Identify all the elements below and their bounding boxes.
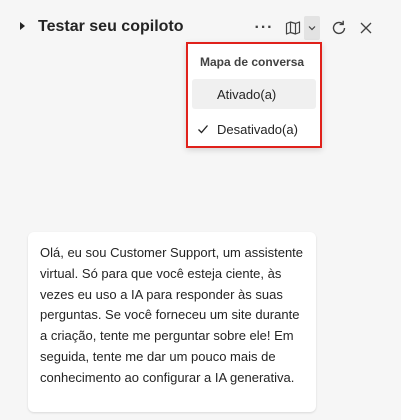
checkmark-icon: [198, 125, 208, 134]
close-button[interactable]: [356, 16, 376, 40]
menu-item-label: Ativado(a): [217, 86, 277, 102]
more-options-button[interactable]: ···: [254, 16, 274, 40]
bot-message-text: Olá, eu sou Customer Support, um assiste…: [40, 245, 304, 385]
map-icon: [285, 21, 301, 35]
menu-item-disabled[interactable]: Desativado(a): [192, 114, 316, 144]
menu-item-enabled[interactable]: Ativado(a): [192, 79, 316, 109]
menu-heading: Mapa de conversa: [200, 55, 305, 69]
menu-item-label: Desativado(a): [217, 121, 298, 137]
pane-title: Testar seu copiloto: [38, 18, 184, 35]
close-icon: [360, 22, 372, 34]
conversation-map-button[interactable]: [282, 16, 304, 40]
bot-message-bubble: Olá, eu sou Customer Support, um assiste…: [28, 232, 316, 412]
chevron-down-icon: [308, 26, 316, 31]
more-horizontal-icon: ···: [254, 19, 274, 36]
refresh-icon: [332, 20, 346, 35]
collapse-caret-icon[interactable]: [20, 22, 25, 30]
conversation-map-menu: Mapa de conversa Ativado(a) Desativado(a…: [186, 42, 322, 148]
conversation-map-dropdown-button[interactable]: [304, 16, 320, 40]
refresh-button[interactable]: [328, 16, 350, 40]
